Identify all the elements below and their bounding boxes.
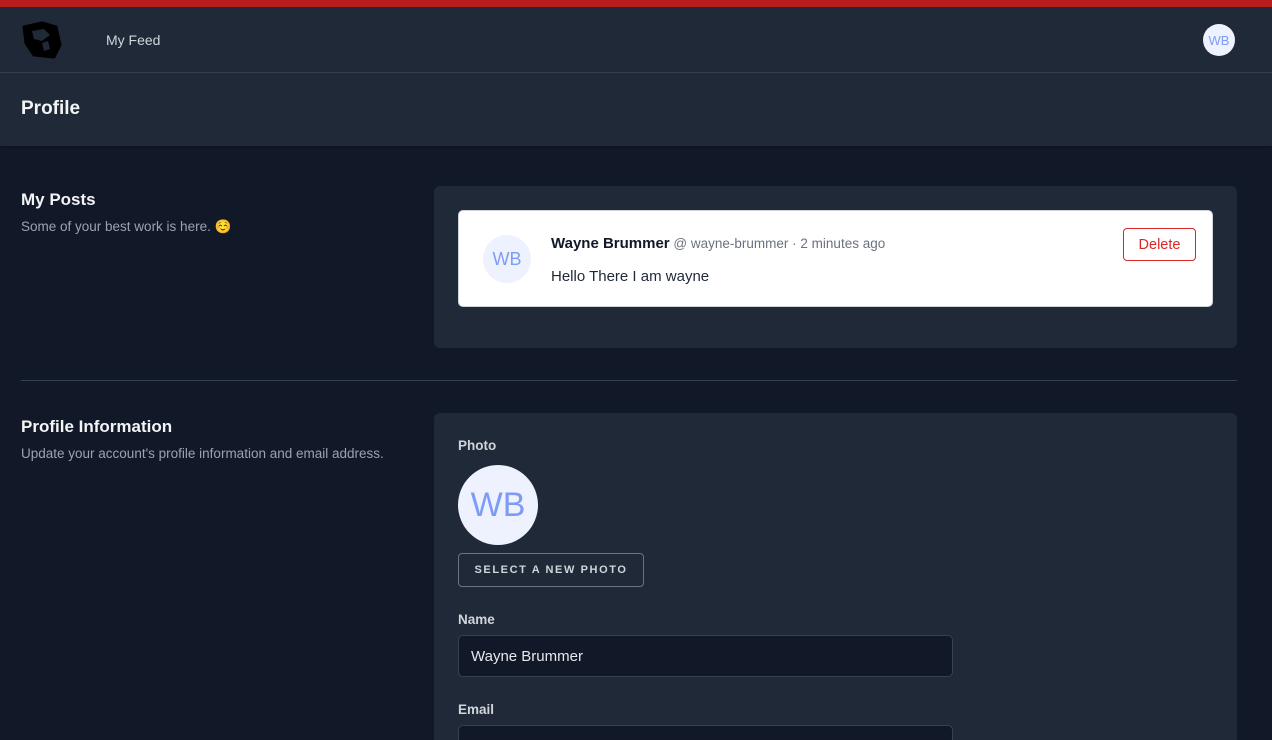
- post-meta: Wayne Brummer @ wayne-brummer · 2 minute…: [551, 235, 885, 252]
- page-header: Profile: [0, 73, 1272, 146]
- delete-post-button[interactable]: Delete: [1123, 228, 1196, 261]
- post-author-name: Wayne Brummer: [551, 235, 670, 252]
- profile-information-panel: Photo WB SELECT A NEW PHOTO Name Email: [434, 413, 1237, 740]
- post-author-avatar: WB: [483, 235, 531, 283]
- profile-information-title: Profile Information: [21, 417, 173, 436]
- profile-information-description: Update your account's profile informatio…: [21, 446, 384, 461]
- user-avatar-menu[interactable]: WB: [1203, 24, 1235, 56]
- photo-label: Photo: [458, 438, 497, 453]
- post-card: WB Wayne Brummer @ wayne-brummer · 2 min…: [458, 210, 1213, 307]
- profile-photo-avatar: WB: [458, 465, 538, 545]
- name-label: Name: [458, 612, 495, 627]
- email-input[interactable]: [458, 725, 953, 740]
- post-timestamp: · 2 minutes ago: [792, 236, 886, 251]
- section-divider: [21, 380, 1237, 381]
- page-title: Profile: [21, 98, 81, 119]
- select-new-photo-button[interactable]: SELECT A NEW PHOTO: [458, 553, 644, 587]
- my-posts-description: Some of your best work is here. ☺️: [21, 219, 232, 234]
- post-author-handle: @ wayne-brummer: [673, 236, 789, 251]
- email-label: Email: [458, 702, 495, 717]
- app-logo-icon[interactable]: [20, 21, 62, 59]
- top-navbar: My Feed WB: [0, 7, 1272, 73]
- top-accent-strip: [0, 0, 1272, 7]
- my-posts-panel: WB Wayne Brummer @ wayne-brummer · 2 min…: [434, 186, 1237, 348]
- my-posts-title: My Posts: [21, 190, 96, 209]
- post-body: Hello There I am wayne: [551, 268, 710, 285]
- name-input[interactable]: [458, 635, 953, 677]
- nav-link-my-feed[interactable]: My Feed: [106, 32, 160, 48]
